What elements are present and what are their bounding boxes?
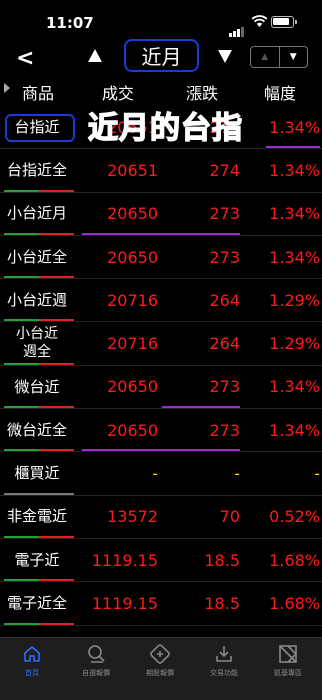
row-pct: 1.29%: [269, 334, 320, 354]
tab-label: 自選報價: [82, 669, 110, 677]
row-change: 273: [209, 247, 240, 267]
row-price: 20650: [107, 420, 158, 440]
row-pct: 1.68%: [269, 593, 320, 613]
header-change[interactable]: 漲跌: [186, 80, 218, 104]
table-row[interactable]: 小台近 週全 20716 264 1.29%: [0, 322, 322, 366]
row-pct: 0.52%: [269, 507, 320, 527]
tab-quote[interactable]: 期股報價: [128, 642, 192, 678]
tab-label: 首頁: [25, 669, 39, 677]
table-row[interactable]: 電子近全 1119.15 18.5 1.68%: [0, 582, 322, 626]
row-price: 20650: [107, 377, 158, 397]
quote-list: 台指近 20651 274 1.34% 台指近全 20651 274 1.34%…: [0, 106, 322, 626]
status-time: 11:07: [46, 14, 94, 32]
seg-down-button[interactable]: ▼: [280, 47, 308, 67]
expand-caret-icon[interactable]: [4, 83, 10, 93]
row-name: 小台近全: [6, 247, 67, 266]
header-product[interactable]: 商品: [22, 80, 54, 104]
home-icon: [24, 646, 40, 662]
row-price: 20650: [107, 204, 158, 224]
sort-segment[interactable]: ▲ ▼: [250, 46, 308, 68]
wifi-icon: [251, 15, 268, 27]
row-price: 1119.15: [91, 593, 158, 613]
row-pct: 1.34%: [269, 247, 320, 267]
nav-bar: < 近月 ▲ ▼: [0, 38, 322, 78]
table-row[interactable]: 小台近月 20650 273 1.34%: [0, 193, 322, 236]
row-pct: -: [314, 464, 320, 484]
watchlist-icon: [88, 645, 105, 663]
row-change: 273: [209, 377, 240, 397]
row-change: 274: [209, 160, 240, 180]
row-change: -: [234, 464, 240, 484]
row-price: -: [152, 464, 158, 484]
table-row[interactable]: 非金電近 13572 70 0.52%: [0, 496, 322, 539]
trade-icon: [216, 646, 232, 662]
row-pct: 1.29%: [269, 290, 320, 310]
tab-trade[interactable]: 交易功能: [192, 642, 256, 678]
table-row[interactable]: 台指近全 20651 274 1.34%: [0, 149, 322, 193]
row-name: 微台近: [14, 377, 60, 396]
row-change: 18.5: [204, 550, 240, 570]
table-row[interactable]: 微台近全 20650 273 1.34%: [0, 409, 322, 453]
table-row[interactable]: 電子近 1119.15 18.5 1.68%: [0, 539, 322, 583]
table-row[interactable]: 微台近 20650 273 1.34%: [0, 366, 322, 410]
tab-label: 期股報價: [146, 669, 174, 677]
row-pct: 1.34%: [269, 377, 320, 397]
overlay-caption: 近月的台指: [87, 110, 243, 147]
quote-icon: [150, 644, 170, 664]
row-price: 20650: [107, 247, 158, 267]
row-price: 1119.15: [91, 550, 158, 570]
row-name: 微台近全: [6, 420, 67, 439]
row-name: 小台近週: [6, 290, 67, 309]
row-pct: 1.34%: [269, 117, 320, 137]
table-row[interactable]: 櫃買近 - - -: [0, 452, 322, 496]
header-price[interactable]: 成交: [102, 80, 134, 104]
battery-icon: [271, 16, 294, 28]
table-row[interactable]: 小台近週 20716 264 1.29%: [0, 279, 322, 323]
tab-label: 交易功能: [210, 669, 238, 677]
row-change: 18.5: [204, 593, 240, 613]
row-change: 264: [209, 334, 240, 354]
row-pct: 1.34%: [269, 160, 320, 180]
row-price: 20651: [107, 160, 158, 180]
table-row[interactable]: 小台近全 20650 273 1.34%: [0, 236, 322, 280]
row-change: 273: [209, 204, 240, 224]
tab-label: 凱基專區: [274, 669, 302, 677]
row-change: 264: [209, 290, 240, 310]
row-name: 電子近: [14, 550, 60, 569]
row-name: 小台近 週全: [16, 326, 58, 360]
row-name: 台指近: [14, 117, 60, 136]
row-change: 273: [209, 420, 240, 440]
row-name: 小台近月: [6, 204, 67, 223]
row-pct: 1.68%: [269, 550, 320, 570]
page-title[interactable]: 近月: [124, 39, 199, 72]
tab-watchlist[interactable]: 自選報價: [64, 642, 128, 678]
tab-brand[interactable]: 凱基專區: [256, 642, 320, 678]
row-price: 20716: [107, 290, 158, 310]
row-name: 非金電近: [6, 507, 67, 526]
row-pct: 1.34%: [269, 420, 320, 440]
row-price: 20716: [107, 334, 158, 354]
row-pct: 1.34%: [269, 204, 320, 224]
tab-bar: 首頁 自選報價 期股報價 交易功能 凱基專區: [0, 637, 322, 700]
column-header: 商品 成交 漲跌 幅度: [0, 78, 322, 104]
prev-up-icon[interactable]: [88, 49, 102, 62]
row-price: 13572: [107, 507, 158, 527]
header-pct[interactable]: 幅度: [264, 80, 296, 104]
back-button[interactable]: <: [16, 46, 34, 71]
seg-up-button[interactable]: ▲: [251, 47, 280, 67]
status-bar: 11:07: [0, 0, 322, 40]
row-name: 櫃買近: [14, 464, 60, 483]
signal-icon: [229, 18, 245, 37]
row-name: 電子近全: [6, 594, 67, 613]
next-down-icon[interactable]: [218, 50, 232, 63]
row-name: 台指近全: [6, 161, 67, 180]
tab-home[interactable]: 首頁: [0, 642, 64, 678]
brand-icon: [279, 645, 298, 663]
row-change: 70: [219, 507, 240, 527]
